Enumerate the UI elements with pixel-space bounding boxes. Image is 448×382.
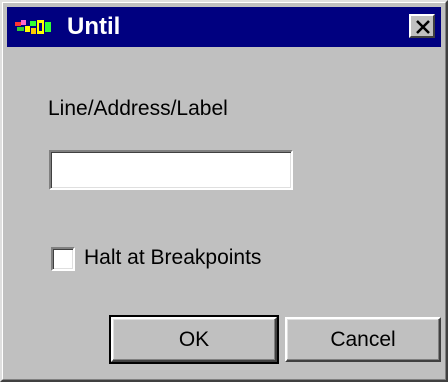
line-address-label-input[interactable] [49, 150, 293, 190]
debugger-app-icon [15, 18, 55, 38]
halt-at-breakpoints-label[interactable]: Halt at Breakpoints [84, 245, 261, 271]
halt-at-breakpoints-checkbox[interactable] [51, 247, 75, 271]
cancel-button[interactable]: Cancel [285, 317, 441, 362]
until-dialog: Until Line/Address/Label Halt at Breakpo… [0, 0, 448, 382]
title-bar[interactable]: Until [7, 7, 441, 47]
close-button[interactable] [409, 14, 435, 38]
close-icon [416, 20, 430, 34]
line-address-label-label: Line/Address/Label [48, 97, 228, 120]
window-title: Until [67, 13, 121, 40]
ok-button[interactable]: OK [109, 315, 279, 364]
